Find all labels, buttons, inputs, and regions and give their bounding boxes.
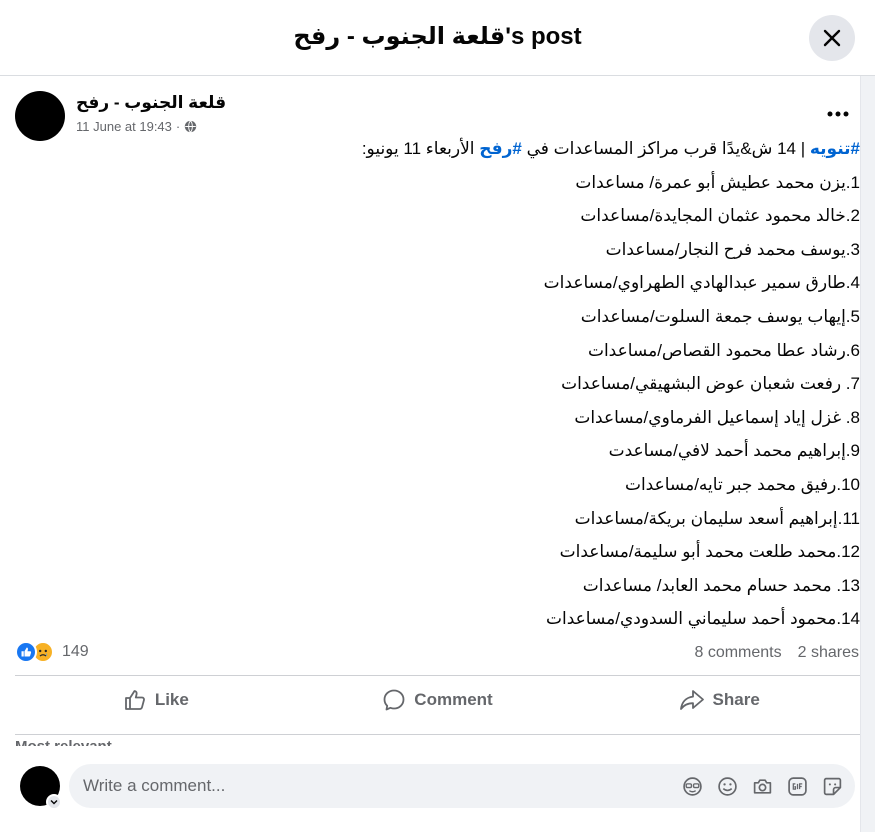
victim-line: 4.طارق سمير عبدالهادي الطهراوي/مساعدات [543, 273, 860, 293]
comment-tools [682, 776, 843, 797]
hashtag-link[interactable]: #رفح [479, 139, 522, 158]
like-label: Like [154, 690, 189, 709]
comment-composer [0, 746, 860, 832]
gif-button[interactable] [787, 776, 808, 797]
comments-count[interactable]: 8 comments [694, 644, 781, 662]
victim-line: 9.إبراهيم محمد أحمد لافي/مساعدت [608, 441, 860, 461]
victim-line: 12.محمد طلعت محمد أبو سليمة/مساعدات [559, 542, 860, 562]
victim-line: 5.إيهاب يوسف جمعة السلوت/مساعدات [580, 306, 860, 326]
share-button[interactable]: Share [578, 676, 860, 724]
victim-line: 6.رشاد عطا محمود القصاص/مساعدات [587, 340, 860, 360]
more-icon [827, 111, 849, 117]
victim-line: 7. رفعت شعبان عوض البشهيقي/مساعدات [561, 374, 860, 394]
divider [15, 734, 860, 735]
meta-separator: · [175, 119, 181, 134]
like-reaction-icon [15, 641, 37, 663]
sticker-button[interactable] [822, 776, 843, 797]
victim-line: 10.رفيق محمد جبر تايه/مساعدات [624, 474, 860, 494]
victim-line: 2.خالد محمود عثمان المجايدة/مساعدات [580, 206, 860, 226]
scrollbar-track[interactable] [860, 76, 875, 832]
victim-line: 1.يزن محمد عطيش أبو عمرة/ مساعدات [575, 172, 860, 192]
comment-box[interactable] [69, 764, 855, 808]
avatar-sticker-button[interactable] [682, 776, 703, 797]
dialog-title: قلعة الجنوب - رفح's post [293, 23, 582, 50]
victim-line: 3.يوسف محمد فرح النجار/مساعدات [605, 239, 860, 259]
action-bar: Like Comment Share [15, 676, 860, 724]
shares-count[interactable]: 2 shares [798, 644, 859, 662]
gif-icon [788, 776, 807, 796]
engagement-counts: 8 comments 2 shares [694, 644, 859, 662]
share-label: Share [712, 690, 760, 709]
comment-label: Comment [414, 690, 493, 709]
more-options-button[interactable] [822, 100, 854, 128]
victim-line: 8. غزل إياد إسماعيل الفرماوي/مساعدات [574, 407, 860, 427]
camera-icon [753, 778, 772, 794]
post-timestamp[interactable]: 11 June at 19:43 [76, 119, 172, 134]
intro-text: الأربعاء 11 يونيو: [361, 139, 480, 158]
close-button[interactable] [809, 15, 855, 61]
post-meta: 11 June at 19:43 · [76, 119, 197, 134]
close-icon [823, 29, 841, 47]
reaction-count: 149 [62, 643, 89, 660]
victim-line: 11.إبراهيم أسعد سليمان بريكة/مساعدات [574, 508, 860, 528]
globe-icon [185, 120, 197, 133]
like-button[interactable]: Like [15, 676, 297, 724]
post-text: #تنويه | 14 ش&يدًا قرب مراكز المساعدات ف… [60, 134, 860, 638]
chevron-down-icon[interactable] [46, 794, 62, 810]
photo-button[interactable] [752, 776, 773, 797]
comment-button[interactable]: Comment [297, 676, 579, 724]
comment-sort-button[interactable]: Most relevant [15, 738, 112, 746]
like-icon [124, 690, 145, 710]
emoji-icon [718, 776, 737, 796]
post-author[interactable]: قلعة الجنوب - رفح [76, 93, 226, 113]
page-avatar[interactable] [15, 91, 65, 141]
hashtag-link[interactable]: #تنويه [810, 139, 860, 158]
dialog-header: قلعة الجنوب - رفح's post [0, 0, 875, 76]
post-intro-line: #تنويه | 14 ش&يدًا قرب مراكز المساعدات ف… [60, 134, 860, 168]
comment-icon [383, 689, 405, 711]
emoji-button[interactable] [717, 776, 738, 797]
sticker-icon [683, 776, 702, 796]
reaction-summary[interactable]: 149 [15, 641, 89, 663]
sticker-icon [823, 777, 842, 795]
comment-input[interactable] [83, 776, 682, 796]
intro-text: | 14 ش&يدًا قرب مراكز المساعدات في [521, 139, 810, 158]
share-icon [679, 690, 704, 710]
victim-line: 14.محمود أحمد سليماني السدودي/مساعدات [545, 609, 860, 629]
victim-line: 13. محمد حسام محمد العابد/ مساعدات [582, 575, 860, 595]
